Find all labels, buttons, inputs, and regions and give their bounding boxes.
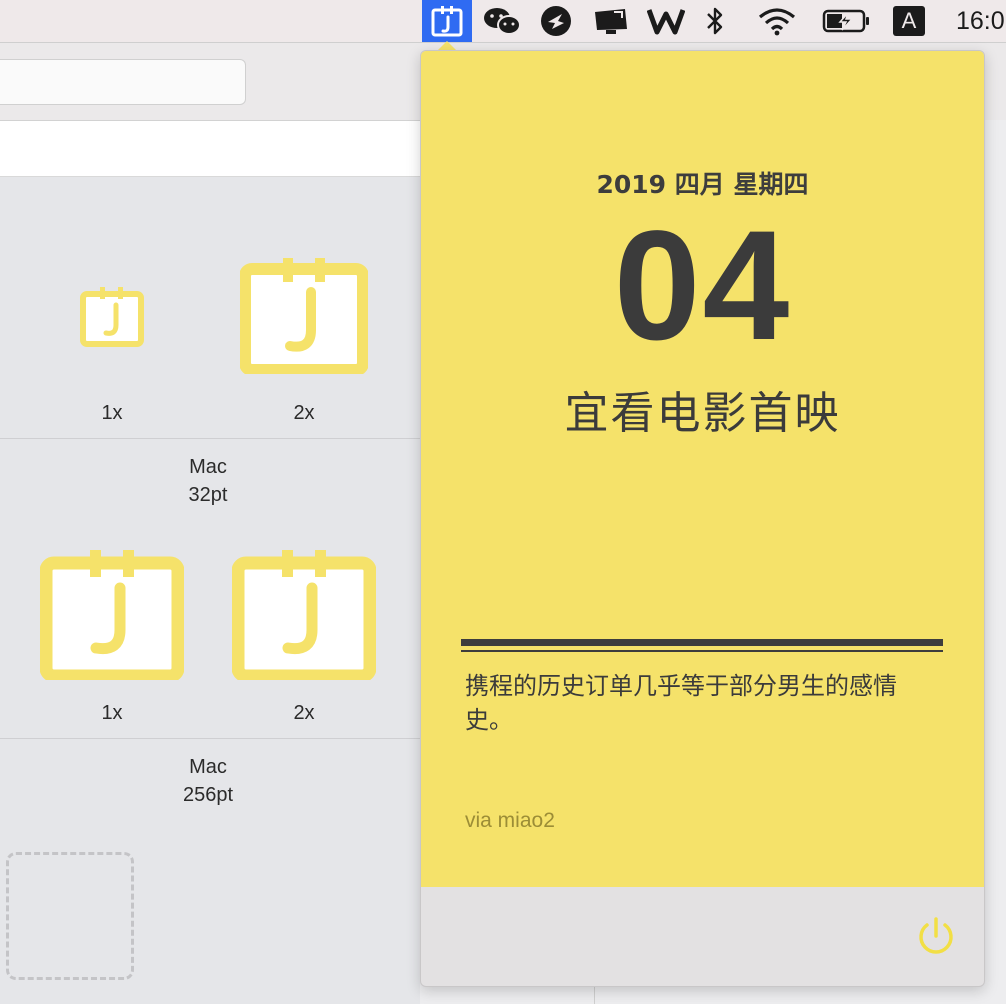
background-header-strip bbox=[0, 121, 420, 177]
quote-source: via miao2 bbox=[465, 809, 555, 832]
daily-suggestion: 宜看电影首映 bbox=[564, 388, 841, 439]
group-platform-label: Mac bbox=[189, 456, 227, 478]
scale-label: 1x bbox=[101, 402, 123, 424]
empty-image-well[interactable] bbox=[6, 852, 134, 980]
input-method-label: A bbox=[893, 6, 925, 36]
calendar-popover: 2019 四月 星期四 04 宜看电影首映 携程的历史订单几乎等于部分男生的感情… bbox=[420, 50, 985, 987]
app-icon-256pt-1x[interactable] bbox=[39, 550, 185, 684]
divider-thin bbox=[461, 650, 943, 652]
bluetooth-icon[interactable] bbox=[700, 0, 730, 42]
group-size-label: 256pt bbox=[182, 784, 234, 806]
menu-clock[interactable]: 16:0 bbox=[956, 0, 1005, 42]
group-divider bbox=[0, 438, 420, 439]
wifi-icon[interactable] bbox=[754, 0, 800, 42]
daily-card: 2019 四月 星期四 04 宜看电影首映 携程的历史订单几乎等于部分男生的感情… bbox=[421, 51, 984, 887]
menu-bar: A 16:0 bbox=[0, 0, 1006, 43]
app-icon-32pt-1x[interactable] bbox=[80, 287, 144, 351]
background-divider bbox=[594, 985, 595, 1004]
divider-thick bbox=[461, 639, 943, 646]
background-search-field[interactable] bbox=[0, 59, 246, 105]
input-method-icon[interactable]: A bbox=[892, 0, 926, 42]
battery-charging-icon[interactable] bbox=[820, 0, 874, 42]
group-size-label: 32pt bbox=[188, 484, 228, 506]
power-icon[interactable] bbox=[914, 914, 958, 958]
scale-label: 1x bbox=[101, 702, 123, 724]
day-number: 04 bbox=[613, 199, 792, 373]
scale-label: 2x bbox=[293, 402, 315, 424]
date-line: 2019 四月 星期四 bbox=[596, 170, 809, 199]
app-icon-32pt-2x[interactable] bbox=[239, 258, 369, 378]
app-icon-256pt-2x[interactable] bbox=[231, 550, 377, 684]
calendar-app-icon[interactable] bbox=[422, 0, 472, 42]
vw-icon[interactable] bbox=[646, 0, 686, 42]
monitor-icon[interactable] bbox=[590, 0, 632, 42]
group-divider bbox=[0, 738, 420, 739]
daily-quote: 携程的历史订单几乎等于部分男生的感情史。 bbox=[465, 672, 897, 734]
wechat-icon[interactable] bbox=[480, 0, 524, 42]
scale-label: 2x bbox=[293, 702, 315, 724]
group-platform-label: Mac bbox=[189, 756, 227, 778]
bird-icon[interactable] bbox=[538, 0, 574, 42]
